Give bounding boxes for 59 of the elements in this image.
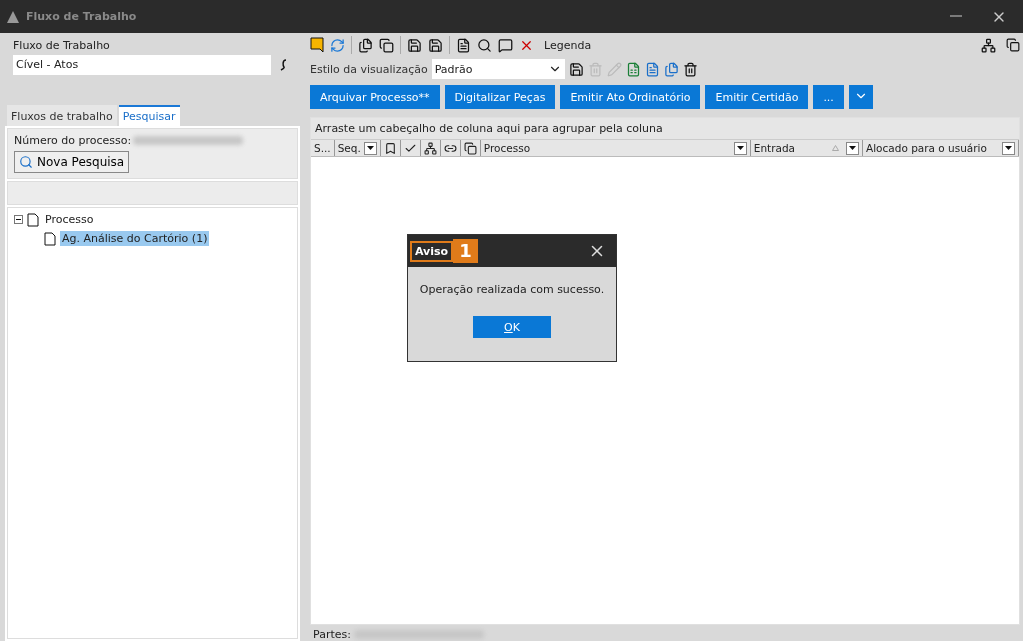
- filter-dropdown[interactable]: [846, 141, 859, 155]
- tree-view-icon[interactable]: [981, 37, 996, 53]
- new-search-button[interactable]: Nova Pesquisa: [14, 151, 130, 173]
- tab[interactable]: Pesquisar: [118, 105, 180, 126]
- app-logo-icon: [6, 9, 20, 24]
- column-header[interactable]: Entrada: [750, 140, 863, 156]
- column-header[interactable]: Alocado para o usuário: [863, 140, 1019, 156]
- column-header[interactable]: Processo: [480, 140, 751, 156]
- refresh-icon[interactable]: [330, 37, 345, 53]
- filter-dropdown[interactable]: [1002, 141, 1015, 155]
- window-title: Fluxo de Trabalho: [26, 10, 137, 23]
- document-icon: [44, 231, 56, 246]
- copy-icon: [463, 141, 477, 155]
- copy-icon[interactable]: [379, 37, 394, 53]
- field-label: Número do processo:: [14, 134, 132, 147]
- save-icon[interactable]: [568, 61, 584, 77]
- ok-button[interactable]: OK: [473, 316, 551, 338]
- field-label: Estilo da visualização: [310, 62, 428, 76]
- column-header[interactable]: Seq.: [334, 140, 381, 156]
- document-icon[interactable]: [644, 61, 660, 77]
- caret-icon: [849, 146, 856, 150]
- step-badge: 1: [453, 239, 478, 263]
- action-button[interactable]: Emitir Certidão: [705, 85, 809, 109]
- parties-label: Partes:: [313, 628, 351, 641]
- document-icon: [27, 212, 39, 227]
- trash-icon: [587, 61, 603, 77]
- menu-button[interactable]: [848, 85, 873, 109]
- action-button[interactable]: Arquivar Processo**: [310, 85, 440, 109]
- filter-dropdown[interactable]: [363, 141, 377, 155]
- filter-dropdown[interactable]: [733, 141, 747, 155]
- sort-icon: [832, 145, 839, 151]
- field-label: Fluxo de Trabalho: [12, 39, 111, 52]
- collapse-icon[interactable]: [14, 215, 23, 224]
- bookmark-icon: [383, 141, 397, 155]
- save-icon[interactable]: [428, 37, 443, 53]
- tree-item[interactable]: Processo: [43, 212, 96, 227]
- workflow-field[interactable]: Cível - Atos: [13, 55, 271, 75]
- search-icon: [19, 155, 33, 169]
- hierarchy-icon: [423, 141, 437, 155]
- dialog-message: Operação realizada com sucesso.: [419, 283, 605, 296]
- action-button[interactable]: Emitir Ato Ordinatório: [560, 85, 701, 109]
- view-style-dropdown[interactable]: Padrão: [431, 59, 565, 79]
- tab[interactable]: Fluxos de trabalho: [7, 105, 117, 126]
- column-header[interactable]: S...: [311, 140, 335, 156]
- save-copy-icon[interactable]: [407, 37, 422, 53]
- comment-icon[interactable]: [498, 37, 513, 53]
- caret-icon: [736, 146, 744, 150]
- caret-icon: [1005, 146, 1012, 150]
- tree-item[interactable]: Ag. Análise do Cartório (1): [60, 231, 210, 246]
- legend-link[interactable]: Legenda: [544, 38, 592, 52]
- caret-icon: [366, 146, 374, 150]
- spreadsheet-icon[interactable]: [625, 61, 641, 77]
- search-icon[interactable]: [477, 37, 492, 53]
- dialog-title: Aviso: [410, 240, 454, 262]
- trash-icon[interactable]: [682, 61, 698, 77]
- group-hint: Arraste um cabeçalho de coluna aqui para agrupar pela coluna: [311, 118, 1019, 139]
- pencil-icon: [606, 61, 622, 77]
- action-button[interactable]: ...: [813, 85, 844, 109]
- action-button[interactable]: Digitalizar Peças: [444, 85, 556, 109]
